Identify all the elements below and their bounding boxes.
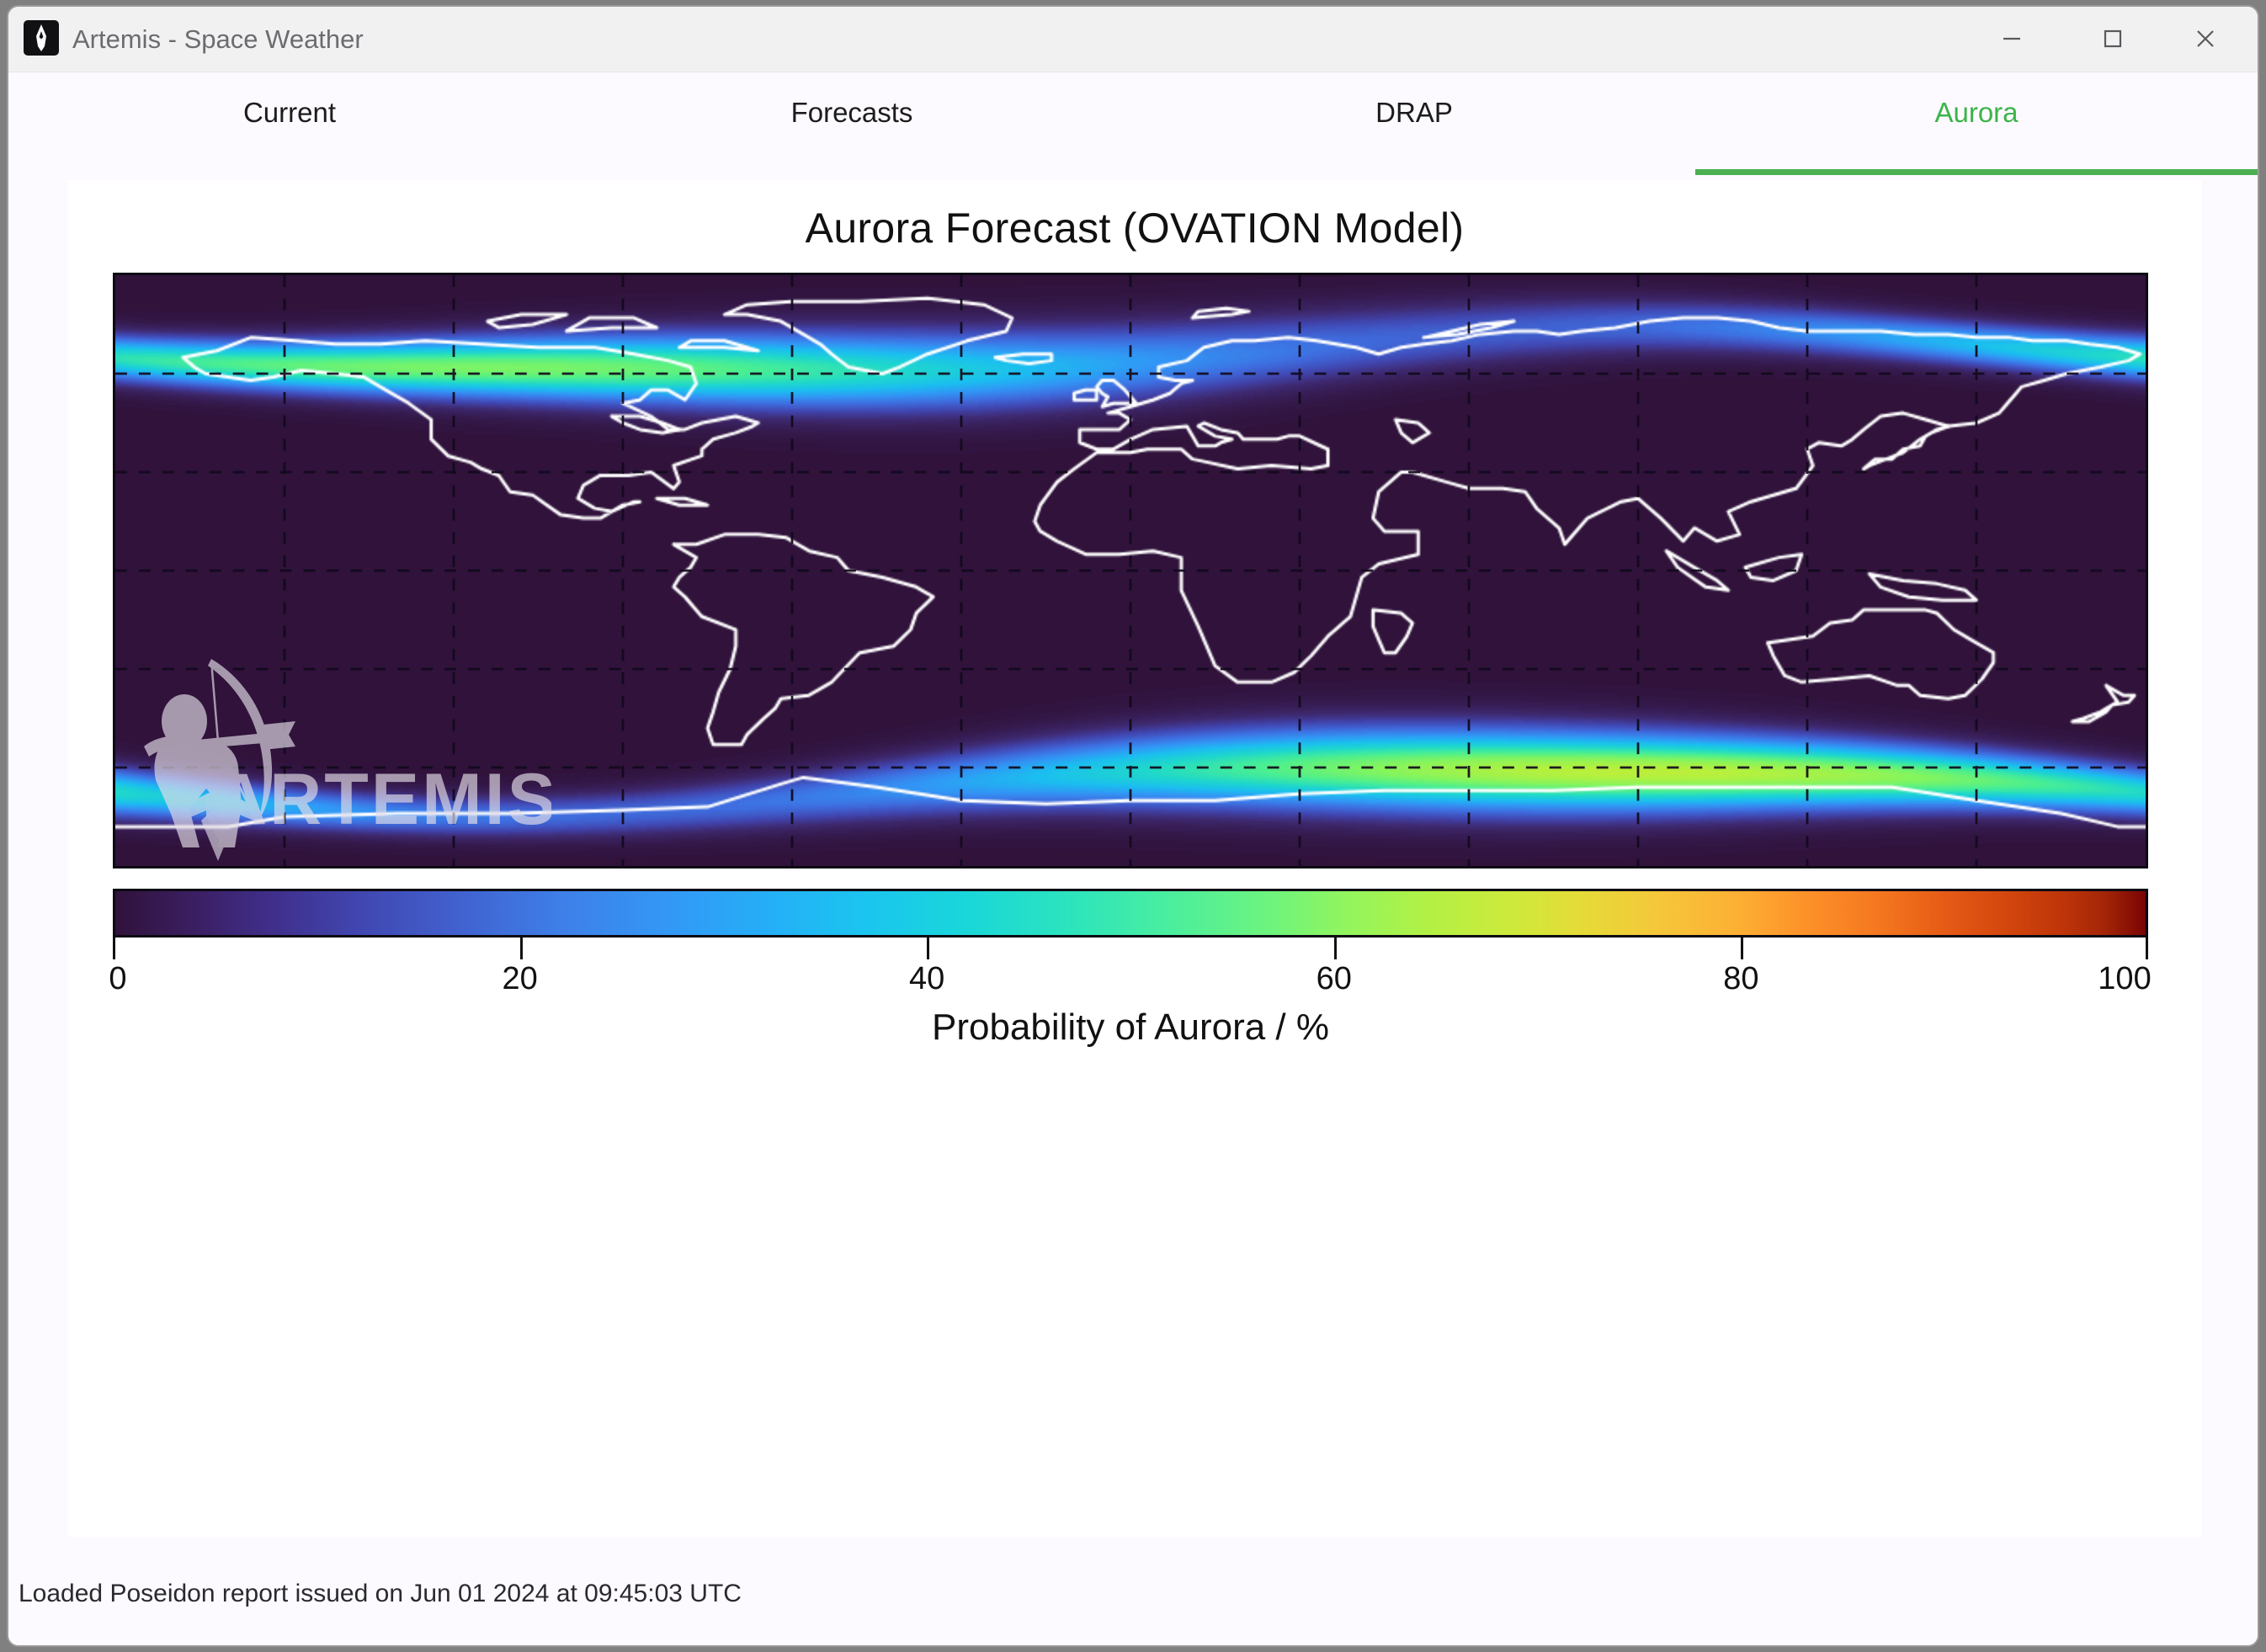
- colorbar: [113, 889, 2148, 938]
- tab-drap[interactable]: DRAP: [1133, 72, 1695, 175]
- colorbar-tick-100: [2146, 938, 2148, 959]
- window-title: Artemis - Space Weather: [72, 24, 364, 54]
- colorbar-group: 0 20 40 60 80 100 Probability of Aurora …: [109, 889, 2152, 1048]
- colorbar-label-40: 40: [909, 961, 945, 996]
- title-bar: Artemis - Space Weather: [8, 7, 2258, 72]
- colorbar-label-80: 80: [1723, 961, 1759, 996]
- colorbar-tick-40: [927, 938, 930, 959]
- aurora-map: ARTEMIS: [113, 273, 2148, 868]
- status-message: Loaded Poseidon report issued on Jun 01 …: [19, 1580, 742, 1607]
- colorbar-tick-60: [1333, 938, 1337, 959]
- tab-aurora[interactable]: Aurora: [1695, 72, 2258, 175]
- colorbar-tick-0: [113, 938, 115, 959]
- close-icon: [2189, 23, 2221, 55]
- app-window: Artemis - Space Weather Current Forecast…: [7, 5, 2259, 1647]
- colorbar-axis-label: Probability of Aurora / %: [931, 1007, 1329, 1048]
- artemis-logo-icon: [24, 20, 59, 56]
- minimize-icon: [1997, 24, 2027, 54]
- colorbar-tick-80: [1741, 938, 1744, 959]
- aurora-heatmap-canvas: [115, 275, 2146, 866]
- tab-current[interactable]: Current: [8, 72, 571, 175]
- aurora-figure-panel: Aurora Forecast (OVATION Model) ARTEMIS …: [67, 180, 2202, 1537]
- maximize-icon: [2098, 24, 2128, 54]
- colorbar-label-100: 100: [2098, 961, 2152, 996]
- colorbar-label-20: 20: [502, 961, 538, 996]
- colorbar-label-60: 60: [1316, 961, 1352, 996]
- minimize-button[interactable]: [1975, 7, 2049, 71]
- maximize-button[interactable]: [2076, 7, 2150, 71]
- colorbar-tick-20: [519, 938, 523, 959]
- figure-title: Aurora Forecast (OVATION Model): [805, 205, 1465, 252]
- tab-forecasts[interactable]: Forecasts: [571, 72, 1133, 175]
- colorbar-label-0: 0: [109, 961, 127, 996]
- tab-strip: Current Forecasts DRAP Aurora: [8, 72, 2258, 175]
- close-button[interactable]: [2168, 7, 2242, 71]
- status-bar: Loaded Poseidon report issued on Jun 01 …: [8, 1553, 2258, 1645]
